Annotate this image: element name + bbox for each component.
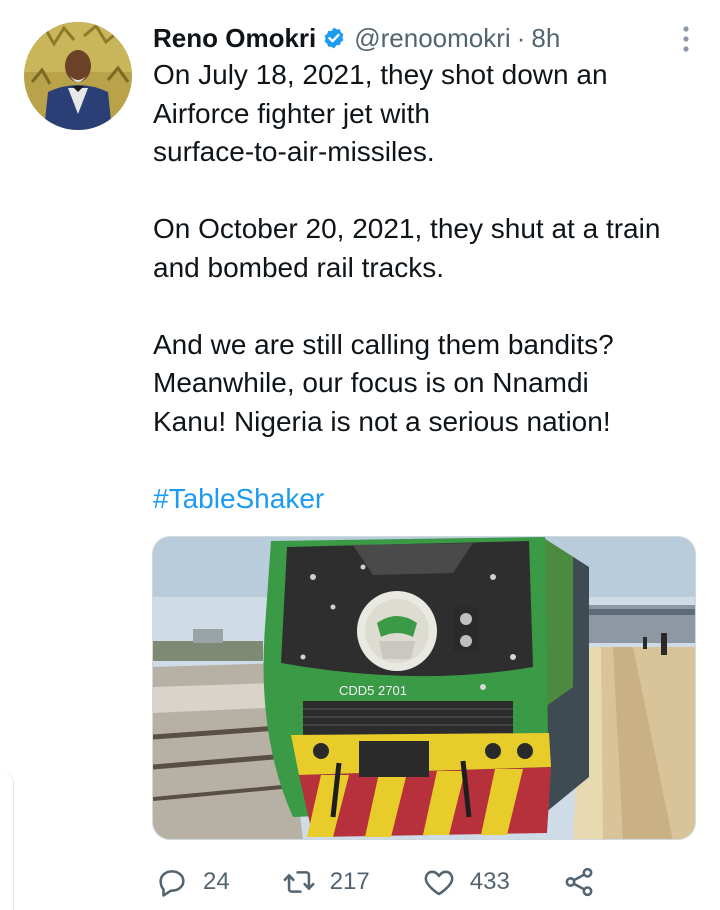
heart-icon	[424, 870, 454, 896]
retweet-count: 217	[329, 868, 370, 895]
action-bar: 24 217 433	[155, 862, 675, 902]
share-icon	[565, 867, 593, 897]
tweet-time[interactable]: 8h	[531, 23, 560, 54]
tweet-line: On July 18, 2021, they shot down an	[153, 59, 608, 90]
tweet-line: Kanu! Nigeria is not a serious nation!	[153, 405, 611, 437]
author-name[interactable]: Reno Omokri	[153, 23, 316, 54]
verified-badge-icon	[324, 27, 344, 49]
train-number: CDD5 2701	[339, 683, 407, 698]
avatar-image	[24, 22, 132, 130]
retweet-icon	[283, 871, 315, 893]
reply-button[interactable]: 24	[155, 865, 230, 899]
author-handle[interactable]: @renoomokri	[354, 23, 510, 54]
tweet-media[interactable]: CDD5 2701	[152, 536, 696, 840]
tweet-line: Airforce fighter jet with	[153, 97, 430, 129]
like-count: 433	[469, 868, 510, 895]
retweet-button[interactable]: 217	[282, 865, 370, 899]
like-button[interactable]: 433	[422, 865, 510, 899]
tweet-body: On July 18, 2021, they shot down an Airf…	[153, 56, 713, 518]
tweet-line: And we are still calling them bandits?	[153, 328, 614, 360]
train-photo: CDD5 2701	[153, 537, 695, 839]
hashtag-link[interactable]: #TableShaker	[153, 480, 713, 519]
reply-count: 24	[203, 868, 230, 895]
tweet-line: and bombed rail tracks.	[153, 251, 445, 283]
tweet-line: On October 20, 2021, they shut at a trai…	[153, 213, 661, 244]
tweet-line: surface-to-air-missiles.	[153, 136, 435, 167]
side-edge	[0, 770, 14, 910]
more-vertical-icon[interactable]	[680, 24, 692, 54]
tweet-header: Reno Omokri @renoomokri · 8h	[153, 18, 700, 58]
reply-icon	[159, 870, 185, 897]
share-button[interactable]	[562, 865, 596, 899]
separator-dot: ·	[516, 22, 526, 53]
avatar[interactable]	[24, 22, 132, 130]
tweet-line: Meanwhile, our focus is on Nnamdi	[153, 367, 589, 398]
